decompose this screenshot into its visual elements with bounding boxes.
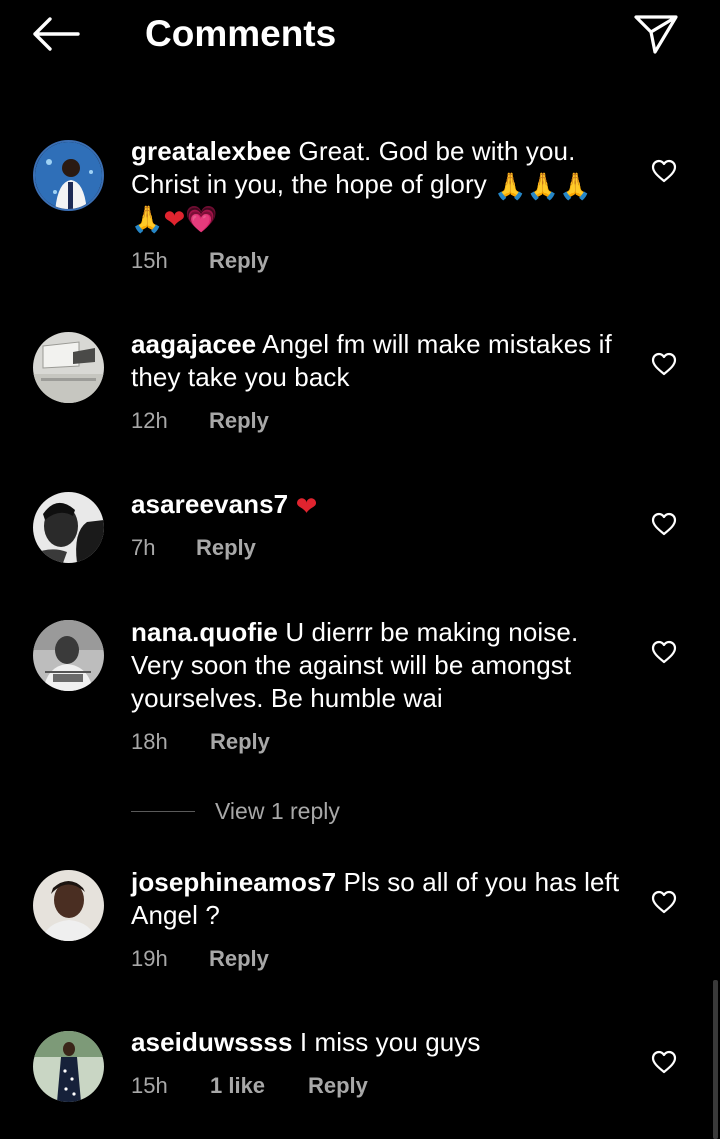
reply-button[interactable]: Reply <box>209 407 269 435</box>
avatar[interactable] <box>33 140 104 211</box>
comment-body: josephineamos7 Pls so all of you has lef… <box>131 866 631 932</box>
heart-outline-icon <box>651 1050 677 1074</box>
reply-button[interactable]: Reply <box>196 534 256 562</box>
comment-meta: 12h Reply <box>131 407 269 435</box>
share-button[interactable] <box>628 8 684 60</box>
comment-time: 15h <box>131 1073 168 1098</box>
comment-meta: 15h Reply <box>131 247 269 275</box>
comment-time: 7h <box>131 535 156 560</box>
avatar[interactable] <box>33 620 104 691</box>
comment-meta: 18h Reply <box>131 728 270 756</box>
red-heart-emoji-icon: ❤ <box>295 491 318 521</box>
back-button[interactable] <box>26 10 84 58</box>
comment-body: nana.quofie U dierrr be making noise. Ve… <box>131 616 631 715</box>
comment-username[interactable]: aseiduwssss <box>131 1027 293 1057</box>
avatar[interactable] <box>33 1031 104 1102</box>
heart-outline-icon <box>651 512 677 536</box>
view-replies-button[interactable]: View 1 reply <box>131 797 340 825</box>
comment-body: aseiduwssss I miss you guys <box>131 1026 631 1059</box>
reply-button[interactable]: Reply <box>308 1072 368 1100</box>
like-button[interactable] <box>648 1046 680 1078</box>
pray-emoji-icon: 🙏🙏🙏 <box>494 171 592 201</box>
comment-time: 15h <box>131 248 168 273</box>
comment-meta: 15h 1 like Reply <box>131 1072 368 1100</box>
reply-button[interactable]: Reply <box>209 247 269 275</box>
comment-body: aagajacee Angel fm will make mistakes if… <box>131 328 631 394</box>
avatar[interactable] <box>33 332 104 403</box>
comment-username[interactable]: josephineamos7 <box>131 867 336 897</box>
heart-outline-icon <box>651 352 677 376</box>
heart-outline-icon <box>651 159 677 183</box>
arrow-left-icon <box>33 17 80 51</box>
heart-outline-icon <box>651 640 677 664</box>
comment-username[interactable]: nana.quofie <box>131 617 278 647</box>
heart-outline-icon <box>651 890 677 914</box>
like-button[interactable] <box>648 348 680 380</box>
pray-emoji-icon: 🙏 <box>131 204 164 234</box>
reply-button[interactable]: Reply <box>209 945 269 973</box>
header-bar: Comments <box>0 0 720 70</box>
likes-count[interactable]: 1 like <box>210 1072 308 1100</box>
comment-body: asareevans7 ❤ <box>131 488 631 521</box>
view-replies-divider <box>131 810 195 812</box>
comment-username[interactable]: asareevans7 <box>131 489 288 519</box>
like-button[interactable] <box>648 155 680 187</box>
like-button[interactable] <box>648 508 680 540</box>
page-title: Comments <box>145 13 337 54</box>
comment-time: 18h <box>131 729 168 754</box>
scrollbar[interactable] <box>713 980 718 1139</box>
reply-button[interactable]: Reply <box>210 728 270 756</box>
comment-username[interactable]: aagajacee <box>131 329 256 359</box>
comment-meta: 19h Reply <box>131 945 269 973</box>
pink-heart-emoji-icon: 💗 <box>185 204 218 234</box>
red-heart-emoji-icon: ❤ <box>163 204 186 234</box>
comment-time: 12h <box>131 408 168 433</box>
view-replies-label: View 1 reply <box>215 798 340 824</box>
avatar[interactable] <box>33 870 104 941</box>
comment-username[interactable]: greatalexbee <box>131 136 291 166</box>
avatar[interactable] <box>33 492 104 563</box>
comment-text: I miss you guys <box>299 1027 481 1057</box>
comment-meta: 7h Reply <box>131 534 256 562</box>
paper-plane-icon <box>634 15 678 54</box>
like-button[interactable] <box>648 886 680 918</box>
comment-time: 19h <box>131 946 168 971</box>
comment-body: greatalexbee Great. God be with you. Chr… <box>131 135 631 234</box>
like-button[interactable] <box>648 636 680 668</box>
